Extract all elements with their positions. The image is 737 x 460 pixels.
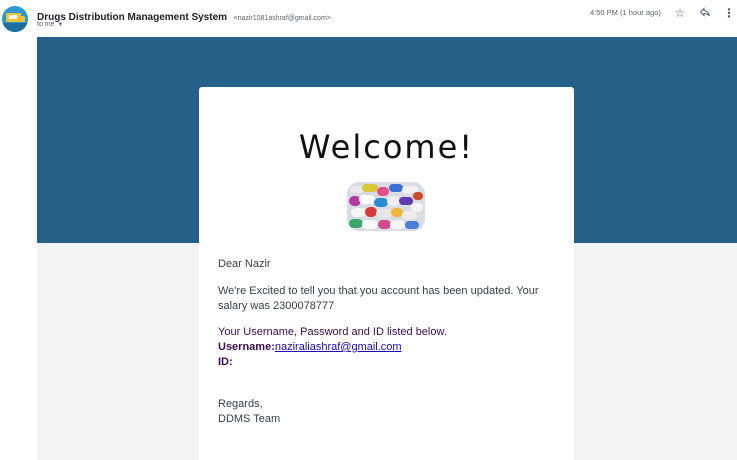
sender-name[interactable]: Drugs Distribution Management System bbox=[37, 12, 227, 23]
sender-avatar[interactable] bbox=[2, 6, 28, 32]
welcome-title: Welcome! bbox=[298, 128, 475, 166]
id-row: ID: bbox=[218, 355, 554, 370]
message-text: We're Excited to tell you that you accou… bbox=[218, 285, 539, 312]
caret-down-icon: ▼ bbox=[57, 22, 64, 28]
star-icon[interactable]: ☆ bbox=[673, 6, 687, 20]
username-row: Username:naziraliashraf@gmail.com bbox=[218, 340, 554, 355]
credentials-intro: Your Username, Password and ID listed be… bbox=[218, 326, 447, 338]
avatar-ground bbox=[2, 23, 28, 32]
signature-block: Regards, DDMS Team bbox=[218, 397, 554, 427]
sender-email: <nazir1081ashraf@gmail.com> bbox=[233, 15, 331, 22]
credentials-block: Your Username, Password and ID listed be… bbox=[218, 325, 554, 370]
regards-text: Regards, bbox=[218, 398, 263, 410]
email-card: Welcome! Dear Nazir We're Excited to tel… bbox=[199, 87, 574, 460]
team-name: DDMS Team bbox=[218, 413, 281, 425]
recipient-dropdown[interactable]: to me ▼ bbox=[37, 21, 63, 28]
more-vert-icon[interactable]: ⋮ bbox=[722, 6, 736, 20]
sender-line: Drugs Distribution Management System <na… bbox=[37, 7, 331, 25]
id-label: ID: bbox=[218, 356, 233, 368]
username-link[interactable]: naziraliashraf@gmail.com bbox=[275, 341, 402, 353]
reply-icon[interactable] bbox=[698, 6, 712, 20]
pills-image bbox=[347, 182, 425, 231]
recipient-label: to me bbox=[37, 21, 55, 28]
greeting: Dear Nazir bbox=[218, 258, 271, 270]
truck-cab bbox=[20, 16, 25, 22]
reply-arrow-svg bbox=[699, 7, 710, 17]
truck-icon bbox=[6, 13, 21, 22]
email-timestamp: 4:50 PM (1 hour ago) bbox=[590, 8, 661, 17]
username-label: Username: bbox=[218, 341, 275, 353]
